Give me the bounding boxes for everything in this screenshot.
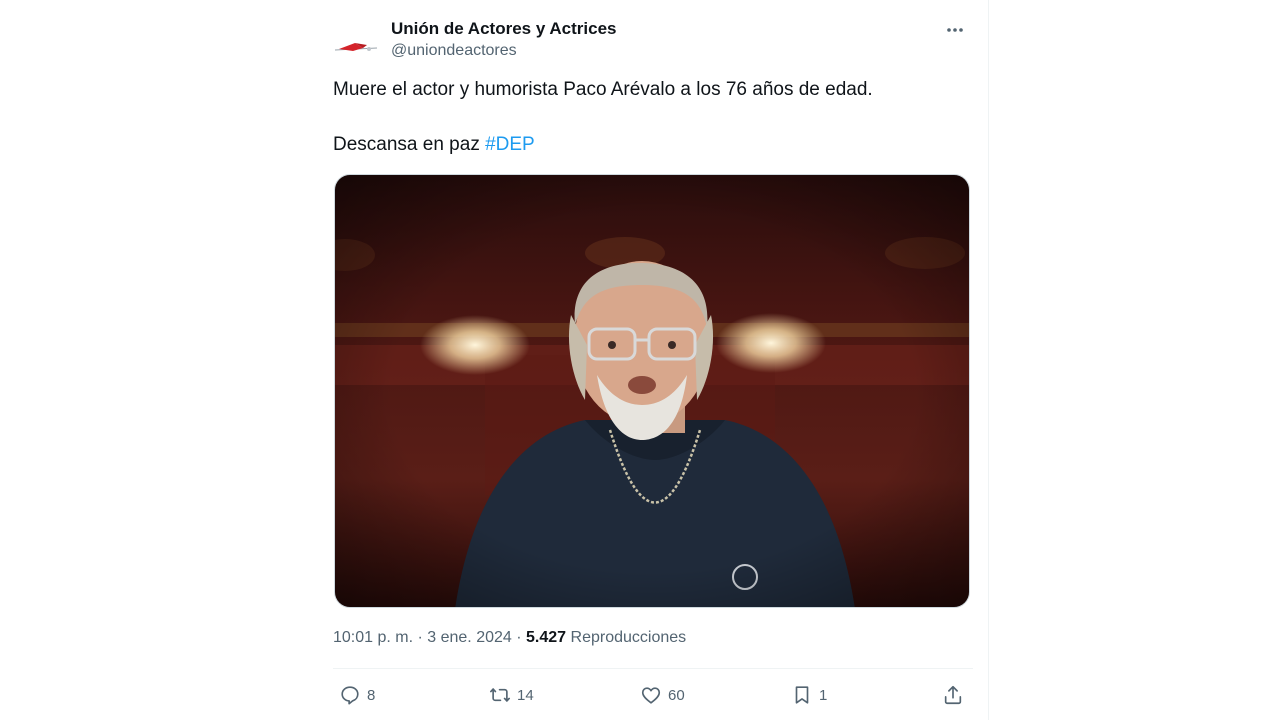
tweet-text-prefix: Descansa en paz (333, 134, 486, 155)
meta-separator: · (511, 629, 527, 646)
more-button[interactable] (941, 16, 969, 44)
bookmark-count: 1 (819, 686, 828, 704)
hashtag-link[interactable]: #DEP (485, 134, 535, 155)
share-button[interactable] (942, 680, 964, 710)
reply-icon (341, 686, 359, 705)
avatar[interactable] (333, 24, 379, 64)
page: Unión de Actores y Actrices @uniondeacto… (0, 0, 1280, 720)
tweet-actions: 8 14 60 1 (333, 680, 973, 710)
like-button[interactable]: 60 (640, 680, 685, 710)
tweet-card: Unión de Actores y Actrices @uniondeacto… (333, 0, 973, 720)
tweet-media-photo[interactable] (334, 174, 970, 608)
photo-image (335, 175, 969, 607)
tweet-date[interactable]: 3 ene. 2024 (427, 629, 512, 646)
column-divider (988, 0, 989, 720)
reply-count: 8 (367, 686, 376, 704)
divider (333, 668, 973, 669)
display-name[interactable]: Unión de Actores y Actrices (391, 18, 616, 40)
share-icon (944, 685, 962, 705)
repost-icon (490, 688, 510, 702)
heart-icon (641, 687, 661, 704)
tweet-text-line-1: Muere el actor y humorista Paco Arévalo … (333, 79, 873, 100)
repost-count: 14 (517, 686, 534, 704)
tweet-text: Muere el actor y humorista Paco Arévalo … (333, 76, 973, 159)
views-label: Reproducciones (566, 629, 687, 646)
reply-button[interactable]: 8 (339, 680, 375, 710)
views-count: 5.427 (526, 629, 567, 646)
account-names: Unión de Actores y Actrices @uniondeacto… (391, 18, 616, 62)
tweet-time[interactable]: 10:01 p. m. (333, 629, 413, 646)
like-count: 60 (668, 686, 685, 704)
meta-separator: · (413, 629, 428, 646)
account-handle[interactable]: @uniondeactores (391, 40, 616, 62)
repost-button[interactable]: 14 (489, 680, 534, 710)
account-logo-icon (334, 43, 378, 51)
bookmark-button[interactable]: 1 (791, 680, 827, 710)
tweet-text-line-2: Descansa en paz #DEP (333, 131, 973, 159)
bookmark-icon (795, 686, 809, 704)
tweet-header: Unión de Actores y Actrices @uniondeacto… (333, 14, 973, 64)
more-horizontal-icon (947, 28, 963, 32)
tweet-meta: 10:01 p. m. · 3 ene. 2024 · 5.427 Reprod… (333, 626, 686, 650)
